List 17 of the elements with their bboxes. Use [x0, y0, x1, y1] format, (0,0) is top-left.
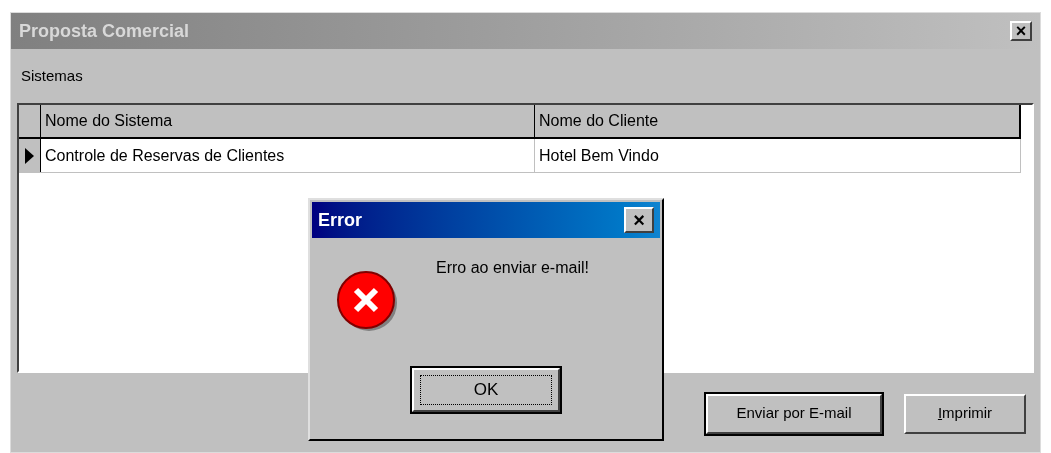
- column-header[interactable]: Nome do Sistema: [41, 105, 535, 137]
- row-header-cell[interactable]: [19, 139, 41, 172]
- error-message: Erro ao enviar e-mail!: [436, 258, 589, 278]
- current-row-icon: [25, 147, 34, 164]
- column-header[interactable]: Nome do Cliente: [535, 105, 1019, 137]
- dialog-title: Error: [318, 208, 362, 232]
- table-cell: Controle de Reservas de Clientes: [41, 139, 535, 172]
- send-email-button[interactable]: Enviar por E-mail: [706, 393, 882, 434]
- window-title: Proposta Comercial: [19, 19, 190, 43]
- close-button[interactable]: ×: [1010, 21, 1032, 41]
- table-cell-text: Hotel Bem Vindo: [538, 145, 660, 166]
- print-button[interactable]: Imprimir: [904, 393, 1026, 434]
- group-label: Sistemas: [21, 65, 83, 86]
- ok-button[interactable]: OK: [412, 368, 560, 412]
- error-icon: [336, 270, 400, 334]
- close-button[interactable]: ×: [624, 207, 654, 233]
- focus-rectangle: OK: [420, 375, 552, 405]
